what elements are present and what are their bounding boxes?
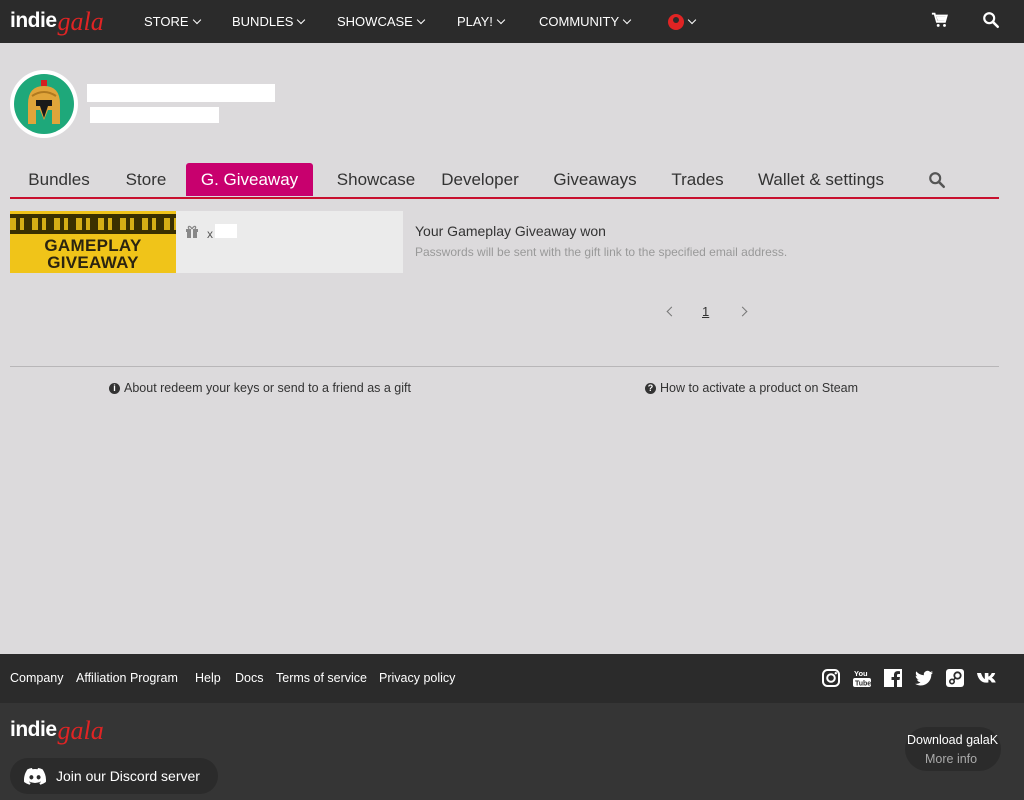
tab-developer[interactable]: Developer [436, 163, 524, 196]
spartan-helmet-icon [28, 80, 60, 124]
chevron-right-icon[interactable] [737, 306, 748, 317]
tab-store[interactable]: Store [116, 163, 176, 196]
quantity-prefix: x [207, 227, 213, 241]
gameplay-giveaway-banner: GAMEPLAY GIVEAWAY [10, 211, 176, 273]
nav-play[interactable]: PLAY! [457, 0, 506, 43]
banner-ornament [10, 214, 176, 234]
footer-link-company[interactable]: Company [10, 671, 64, 685]
cart-icon[interactable] [931, 11, 949, 29]
page-number[interactable]: 1 [702, 304, 709, 319]
chevron-down-icon [192, 15, 201, 24]
nav-store-label: STORE [144, 13, 189, 29]
indiegala-logo[interactable]: indie gala [10, 4, 104, 40]
steam-help-label: How to activate a product on Steam [660, 381, 859, 395]
nav-community[interactable]: COMMUNITY [539, 0, 632, 43]
info-icon: i [109, 382, 120, 394]
logo-text-indie: indie [10, 9, 57, 32]
nav-community-label: COMMUNITY [539, 13, 620, 29]
twitter-icon[interactable] [914, 668, 934, 688]
footer-link-affiliation[interactable]: Affiliation Program [76, 671, 178, 685]
redacted-username [87, 84, 275, 102]
svg-text:You: You [854, 669, 868, 678]
download-galak-button[interactable]: Download galaK More info [905, 727, 1001, 771]
footer-link-docs[interactable]: Docs [235, 671, 263, 685]
footer-indiegala-logo[interactable]: indie gala [10, 713, 104, 749]
discord-icon [24, 767, 46, 785]
user-icon [668, 13, 684, 30]
avatar[interactable] [10, 70, 78, 138]
galak-more-info: More info [925, 752, 978, 766]
redeem-help-link[interactable]: i About redeem your keys or send to a fr… [109, 381, 411, 395]
discord-label: Join our Discord server [56, 768, 200, 784]
tab-showcase[interactable]: Showcase [326, 163, 426, 196]
avatar-image [14, 74, 74, 134]
chevron-down-icon [416, 15, 426, 24]
chevron-down-icon [622, 15, 632, 24]
redacted-key [215, 224, 237, 238]
instagram-icon[interactable] [821, 668, 841, 688]
footer-link-terms[interactable]: Terms of service [276, 671, 367, 685]
top-navbar: indie gala STORE BUNDLES SHOWCASE PLAY! C… [0, 0, 1024, 43]
giveaway-won-title: Your Gameplay Giveaway won [415, 223, 606, 239]
redeem-help-label: About redeem your keys or send to a frie… [124, 381, 411, 395]
question-icon: ? [645, 382, 656, 394]
gift-icon [186, 225, 198, 238]
tab-wallet-settings[interactable]: Wallet & settings [752, 163, 890, 196]
redacted-user-detail [90, 107, 219, 123]
svg-text:Tube: Tube [855, 681, 871, 688]
footer-logo-text-gala: gala [57, 716, 104, 745]
footer-link-help[interactable]: Help [195, 671, 221, 685]
tab-g-giveaway[interactable]: G. Giveaway [186, 163, 313, 196]
nav-showcase-label: SHOWCASE [337, 13, 413, 29]
nav-bundles-label: BUNDLES [232, 13, 294, 29]
footer-links-bar: Company Affiliation Program Help Docs Te… [0, 654, 1024, 703]
tab-giveaways[interactable]: Giveaways [550, 163, 640, 196]
steam-help-link[interactable]: ? How to activate a product on Steam [645, 381, 858, 395]
nav-showcase[interactable]: SHOWCASE [337, 0, 426, 43]
footer-logo-text-indie: indie [10, 718, 57, 741]
search-icon[interactable] [982, 11, 1000, 29]
galak-title: Download galaK [907, 733, 999, 747]
facebook-icon[interactable] [883, 668, 903, 688]
banner-line-2: GIVEAWAY [47, 253, 139, 272]
giveaway-won-subtitle: Passwords will be sent with the gift lin… [415, 245, 788, 259]
profile-tabs: Bundles Store G. Giveaway Showcase Devel… [10, 163, 999, 199]
vk-icon[interactable] [976, 668, 1000, 688]
chevron-down-icon [496, 15, 506, 24]
giveaway-card[interactable]: GAMEPLAY GIVEAWAY x [10, 211, 403, 273]
tab-trades[interactable]: Trades [665, 163, 730, 196]
discord-button[interactable]: Join our Discord server [10, 758, 218, 794]
chevron-down-icon [297, 15, 306, 24]
search-icon[interactable] [928, 171, 946, 189]
user-menu[interactable] [668, 0, 697, 43]
nav-play-label: PLAY! [457, 13, 493, 29]
tab-bundles[interactable]: Bundles [18, 163, 100, 196]
logo-text-gala: gala [57, 7, 104, 36]
footer-bottom: indie gala Join our Discord server Downlo… [0, 703, 1024, 800]
nav-store[interactable]: STORE [144, 0, 201, 43]
steam-icon[interactable] [945, 668, 965, 688]
nav-bundles[interactable]: BUNDLES [232, 0, 306, 43]
divider [10, 366, 999, 367]
chevron-left-icon[interactable] [666, 306, 677, 317]
chevron-down-icon [687, 15, 697, 24]
footer-link-privacy[interactable]: Privacy policy [379, 671, 455, 685]
youtube-icon[interactable]: You Tube [852, 668, 872, 688]
